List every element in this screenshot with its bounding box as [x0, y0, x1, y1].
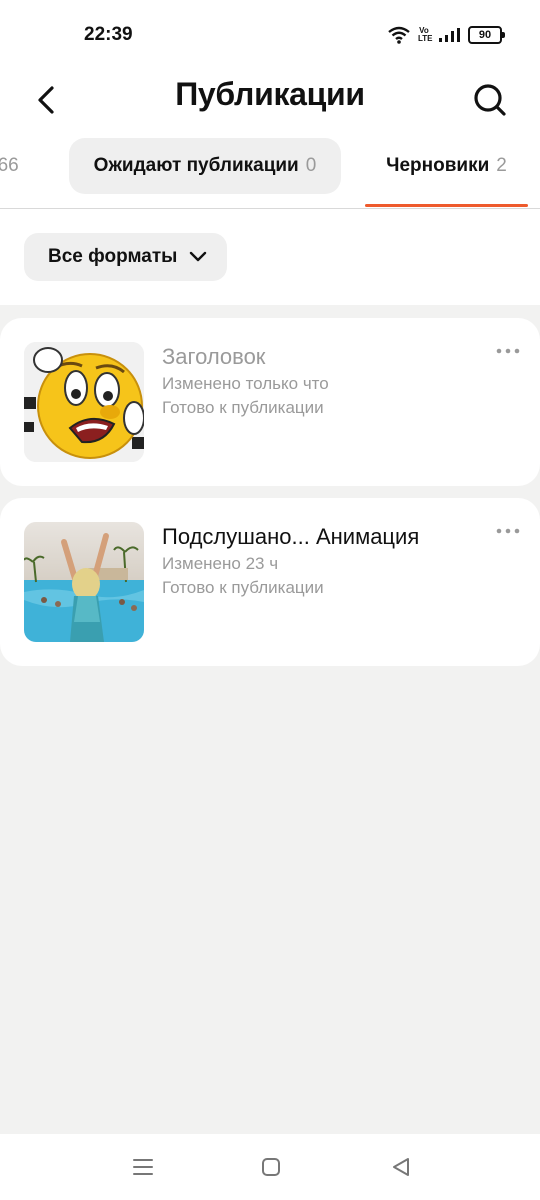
draft-thumbnail: [24, 342, 144, 462]
draft-title: Подслушано... Анимация: [162, 524, 420, 549]
filter-area: Все форматы: [0, 209, 540, 305]
draft-title: Заголовок: [162, 344, 266, 369]
format-filter-dropdown[interactable]: Все форматы: [24, 233, 228, 281]
page-title: Публикации: [175, 76, 365, 112]
draft-modified: Изменено только что: [162, 374, 329, 393]
tab-count: 0: [305, 155, 317, 176]
tab-drafts[interactable]: Черновики 2: [365, 138, 528, 194]
draft-modified: Изменено 23 ч: [162, 554, 279, 573]
tab-published[interactable]: 566: [0, 138, 19, 194]
app-header: Публикации: [0, 72, 540, 138]
status-time: 22:39: [84, 24, 133, 45]
pool-party-photo: [24, 522, 144, 642]
battery-icon: 90: [468, 26, 505, 44]
more-horizontal-icon: [496, 528, 520, 534]
status-icons: Vo LTE 90: [388, 24, 505, 46]
tab-label: Ожидают публикации: [93, 155, 299, 176]
draft-status: Готово к публикации: [162, 398, 324, 417]
tab-count: 566: [0, 155, 19, 176]
chevron-down-icon: [190, 251, 207, 262]
filter-label: Все форматы: [48, 246, 178, 267]
menu-icon: [133, 1159, 153, 1175]
tab-label: Черновики: [386, 155, 490, 176]
more-options-button[interactable]: [494, 344, 522, 358]
signal-icon: [439, 28, 460, 42]
more-horizontal-icon: [496, 348, 520, 354]
tab-bar: 566 Ожидают публикации 0 Черновики 2: [0, 138, 540, 209]
recent-apps-button[interactable]: [130, 1154, 156, 1180]
wifi-icon: [388, 26, 410, 44]
draft-card[interactable]: Подслушано... Анимация Изменено 23 ч Гот…: [0, 498, 540, 666]
tab-pending[interactable]: Ожидают публикации 0: [69, 138, 341, 194]
draft-thumbnail: [24, 522, 144, 642]
system-nav-bar: [0, 1134, 540, 1200]
volte-indicator: Vo LTE: [418, 26, 433, 43]
home-button[interactable]: [258, 1154, 284, 1180]
system-back-button[interactable]: [388, 1154, 414, 1180]
draft-status: Готово к публикации: [162, 578, 324, 597]
confused-emoji-image: [24, 342, 144, 462]
status-bar: 22:39 Vo LTE 90: [0, 0, 540, 72]
search-button[interactable]: [468, 78, 512, 122]
home-icon: [262, 1158, 280, 1176]
draft-card[interactable]: Заголовок Изменено только что Готово к п…: [0, 318, 540, 486]
battery-level: 90: [478, 29, 492, 41]
search-icon: [474, 84, 506, 116]
more-options-button[interactable]: [494, 524, 522, 538]
tab-count: 2: [496, 155, 507, 176]
active-tab-indicator: [365, 204, 528, 207]
back-triangle-icon: [393, 1158, 409, 1176]
